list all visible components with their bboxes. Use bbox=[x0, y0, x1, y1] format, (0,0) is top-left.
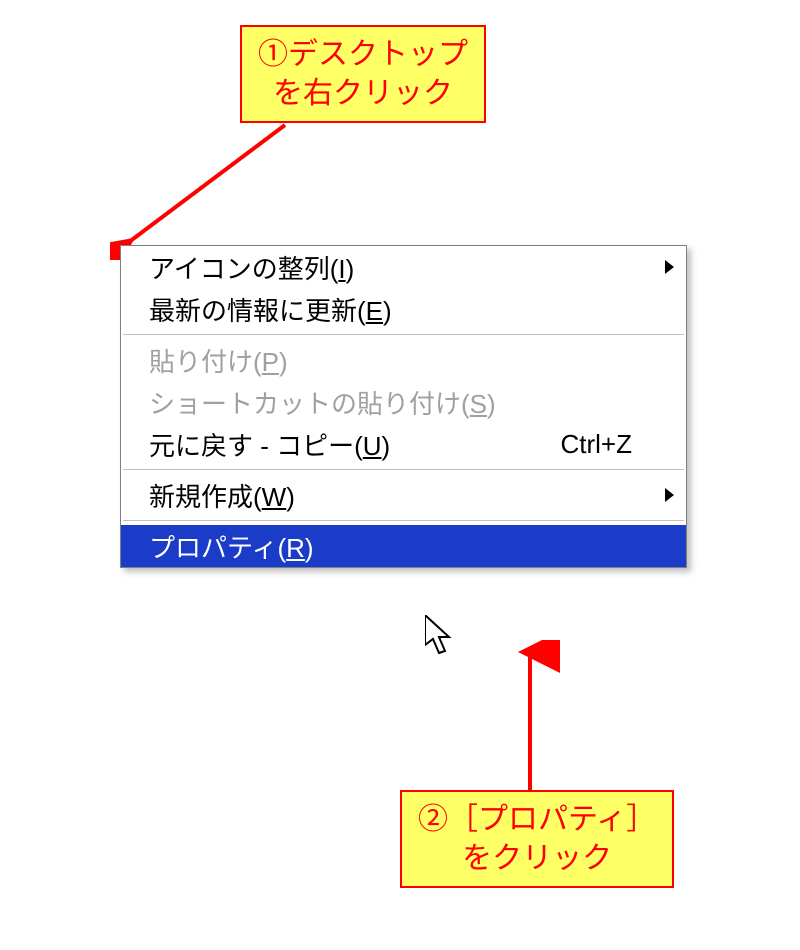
arrow-step1 bbox=[110, 120, 300, 260]
menu-separator bbox=[123, 520, 684, 521]
menu-item-properties[interactable]: プロパティ(R) bbox=[121, 525, 686, 567]
menu-item-undo[interactable]: 元に戻す - コピー(U) Ctrl+Z bbox=[121, 423, 686, 465]
callout-step2-line2: をクリック bbox=[462, 842, 612, 875]
menu-label-new: 新規作成(W) bbox=[149, 477, 672, 514]
menu-separator bbox=[123, 334, 684, 335]
menu-separator bbox=[123, 469, 684, 470]
menu-item-paste-shortcut: ショートカットの貼り付け(S) bbox=[121, 381, 686, 423]
menu-item-new[interactable]: 新規作成(W) bbox=[121, 474, 686, 516]
callout-step1-line1: ①デスクトップ bbox=[258, 38, 468, 71]
callout-step1: ①デスクトップ を右クリック bbox=[240, 25, 486, 123]
callout-step1-line2: を右クリック bbox=[273, 77, 453, 110]
callout-step2: ②［プロパティ］ をクリック bbox=[400, 790, 674, 888]
menu-item-refresh[interactable]: 最新の情報に更新(E) bbox=[121, 288, 686, 330]
menu-shortcut-undo: Ctrl+Z bbox=[561, 429, 673, 460]
menu-label-paste-shortcut: ショートカットの貼り付け(S) bbox=[149, 384, 672, 421]
menu-label-paste: 貼り付け(P) bbox=[149, 342, 672, 379]
menu-item-paste: 貼り付け(P) bbox=[121, 339, 686, 381]
submenu-arrow-icon bbox=[665, 488, 674, 502]
menu-label-arrange-icons: アイコンの整列(I) bbox=[149, 249, 672, 286]
arrow-step2 bbox=[500, 640, 560, 800]
desktop-context-menu: アイコンの整列(I) 最新の情報に更新(E) 貼り付け(P) ショートカットの貼… bbox=[120, 245, 687, 568]
menu-label-refresh: 最新の情報に更新(E) bbox=[149, 291, 672, 328]
cursor-pointer-icon bbox=[425, 615, 459, 657]
menu-label-properties: プロパティ(R) bbox=[149, 528, 672, 565]
callout-step2-line1: ②［プロパティ］ bbox=[418, 803, 656, 836]
menu-label-undo: 元に戻す - コピー(U) bbox=[149, 426, 561, 463]
menu-item-arrange-icons[interactable]: アイコンの整列(I) bbox=[121, 246, 686, 288]
submenu-arrow-icon bbox=[665, 260, 674, 274]
